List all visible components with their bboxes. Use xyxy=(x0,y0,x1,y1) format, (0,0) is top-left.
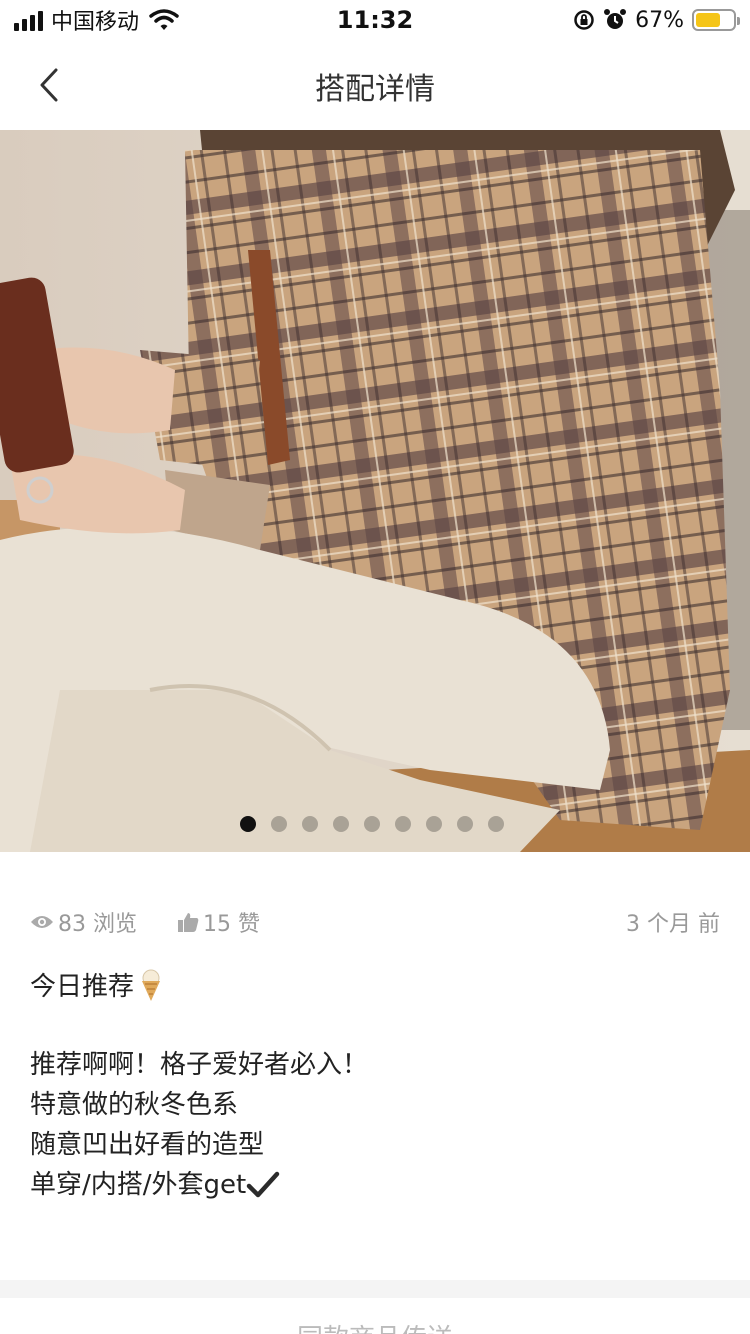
like-count[interactable]: 15 赞 xyxy=(177,906,260,938)
carousel-dot[interactable] xyxy=(426,816,442,832)
post-stats: 83 浏览 15 赞 3 个月 前 xyxy=(30,904,720,940)
post-time-ago: 3 个月 前 xyxy=(626,912,720,937)
post-title: 今日推荐 xyxy=(30,966,164,1003)
outfit-photo-carousel[interactable] xyxy=(0,130,750,852)
carousel-dot[interactable] xyxy=(488,816,504,832)
status-bar: 中国移动 11:32 67% xyxy=(0,0,750,40)
post-line: 单穿/内搭/外套get xyxy=(30,1170,247,1200)
carousel-dot[interactable] xyxy=(395,816,411,832)
nav-bar: 搭配详情 xyxy=(0,40,750,130)
post-body: 推荐啊啊！格子爱好者必入！ 特意做的秋冬色系 随意凹出好看的造型 单穿/内搭/外… xyxy=(30,1045,368,1205)
section-title: 同款商品传送 xyxy=(0,1318,750,1334)
like-count-label: 15 赞 xyxy=(203,912,260,937)
carousel-dot[interactable] xyxy=(364,816,380,832)
carousel-dot[interactable] xyxy=(302,816,318,832)
carousel-dot[interactable] xyxy=(240,816,256,832)
rotation-lock-icon xyxy=(574,10,594,30)
ice-cream-icon xyxy=(142,969,161,1001)
page-title: 搭配详情 xyxy=(315,72,435,107)
post-line-last: 单穿/内搭/外套get xyxy=(30,1165,368,1205)
post-line: 推荐啊啊！格子爱好者必入！ xyxy=(30,1050,369,1080)
status-right: 67% xyxy=(573,6,740,34)
view-count-label: 83 浏览 xyxy=(58,912,137,937)
battery-icon xyxy=(692,9,740,31)
view-count: 83 浏览 xyxy=(30,906,137,938)
alarm-icon xyxy=(604,9,627,29)
checkmark-icon xyxy=(246,1171,280,1198)
battery-fill xyxy=(696,13,720,27)
post-title-text: 今日推荐 xyxy=(30,972,135,1002)
section-divider xyxy=(0,1280,750,1298)
eye-icon xyxy=(31,916,53,928)
carousel-dot[interactable] xyxy=(271,816,287,832)
post-line: 特意做的秋冬色系 xyxy=(30,1090,239,1120)
carousel-indicator xyxy=(240,816,504,832)
carousel-dot[interactable] xyxy=(457,816,473,832)
outfit-photo xyxy=(0,130,750,852)
thumbs-up-icon xyxy=(178,913,199,932)
battery-percent: 67% xyxy=(635,7,684,33)
post-line: 随意凹出好看的造型 xyxy=(30,1130,265,1160)
carousel-dot[interactable] xyxy=(333,816,349,832)
